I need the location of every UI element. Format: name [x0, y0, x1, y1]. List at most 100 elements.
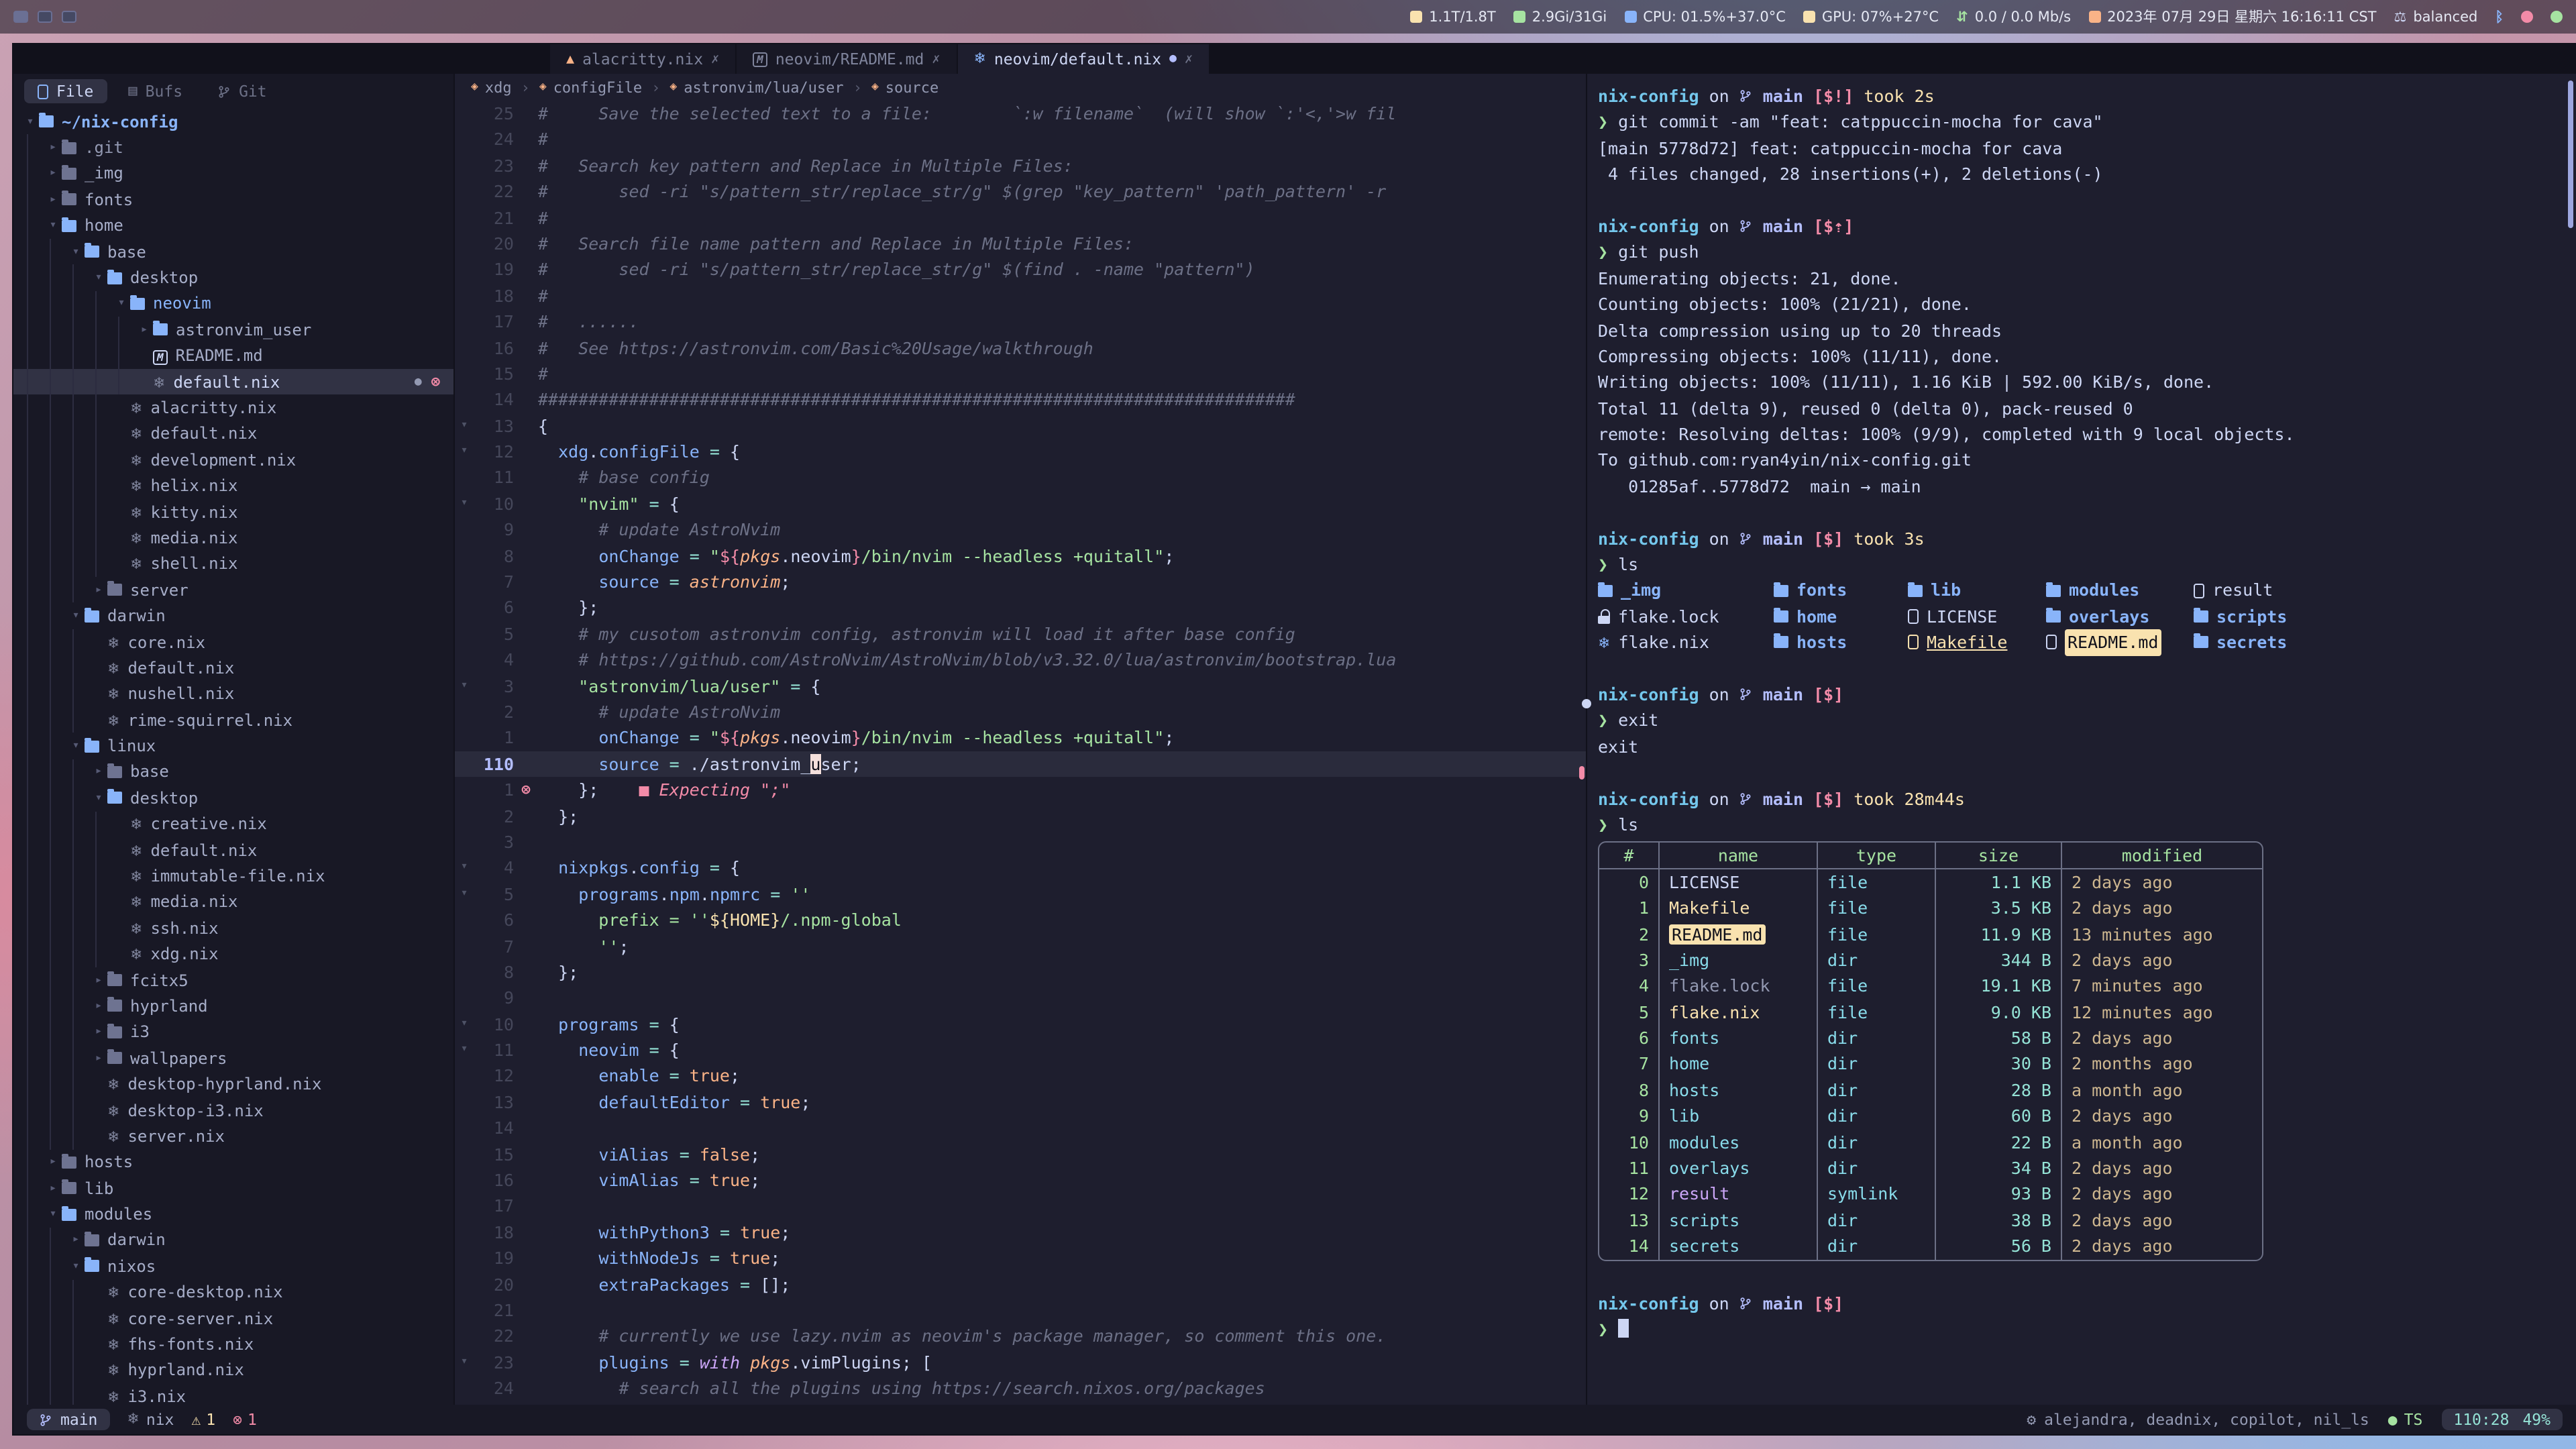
fold-icon[interactable]: ▾ — [455, 673, 474, 699]
chevron-right-icon[interactable]: ▸ — [44, 1181, 62, 1195]
tree-item-desktop[interactable]: ▾desktop — [13, 785, 453, 811]
tree-item-media.nix[interactable]: media.nix — [13, 525, 453, 551]
chevron-right-icon[interactable]: ▸ — [90, 1000, 107, 1013]
file-tree-list[interactable]: ▾~/nix-config▸.git▸_img▸fonts▾home▾base▾… — [13, 109, 453, 1405]
tab-neovim-default-nix[interactable]: neovim/default.nix ● ✗ — [957, 44, 1210, 74]
tree-item-fcitx5[interactable]: ▸fcitx5 — [13, 967, 453, 994]
tree-item-hosts[interactable]: ▸hosts — [13, 1149, 453, 1175]
tree-item-default.nix[interactable]: default.nix — [13, 421, 453, 447]
fold-icon[interactable]: ▾ — [455, 881, 474, 907]
chevron-down-icon[interactable]: ▾ — [44, 1208, 62, 1221]
tree-item-.git[interactable]: ▸.git — [13, 135, 453, 161]
workspace-button-1[interactable] — [13, 11, 28, 23]
bluetooth-icon[interactable]: ᛒ — [2495, 9, 2504, 25]
tree-item-nixos[interactable]: ▾nixos — [13, 1253, 453, 1279]
tree-item-modules[interactable]: ▾modules — [13, 1201, 453, 1228]
terminal-pane[interactable]: nix-config on main [$!] took 2s❯ git com… — [1586, 74, 2576, 1405]
tree-item-helix.nix[interactable]: helix.nix — [13, 473, 453, 499]
tree-item-default.nix[interactable]: default.nix●⊗ — [13, 369, 453, 395]
tree-item-core-desktop.nix[interactable]: core-desktop.nix — [13, 1279, 453, 1305]
tree-item-home[interactable]: ▾home — [13, 213, 453, 239]
fold-icon[interactable]: ▾ — [455, 855, 474, 881]
breadcrumb-item[interactable]: ◈ configFile — [539, 78, 642, 96]
tree-item-server[interactable]: ▸server — [13, 577, 453, 603]
workspace-button-3[interactable] — [62, 11, 76, 23]
fold-icon[interactable]: ▾ — [455, 491, 474, 517]
tree-item-server.nix[interactable]: server.nix — [13, 1123, 453, 1149]
chevron-right-icon[interactable]: ▸ — [44, 1156, 62, 1169]
tree-item-astronvim_user[interactable]: ▸astronvim_user — [13, 317, 453, 343]
tree-item-hyprland.nix[interactable]: hyprland.nix — [13, 1358, 453, 1384]
chevron-right-icon[interactable]: ▸ — [90, 765, 107, 779]
tree-item-desktop[interactable]: ▾desktop — [13, 265, 453, 291]
tree-item-immutable-file.nix[interactable]: immutable-file.nix — [13, 863, 453, 890]
tree-item-shell.nix[interactable]: shell.nix — [13, 551, 453, 577]
tree-item-core.nix[interactable]: core.nix — [13, 629, 453, 655]
tree-item-media.nix[interactable]: media.nix — [13, 889, 453, 915]
chevron-down-icon[interactable]: ▾ — [90, 271, 107, 284]
tree-item-development.nix[interactable]: development.nix — [13, 447, 453, 473]
tree-item-~/nix-config[interactable]: ▾~/nix-config — [13, 109, 453, 135]
tree-item-_img[interactable]: ▸_img — [13, 161, 453, 187]
tab-alacritty-nix[interactable]: alacritty.nix ✗ — [550, 44, 737, 74]
breadcrumb-item[interactable]: ◈ source — [871, 78, 938, 96]
terminal-scrollbar[interactable] — [2568, 80, 2573, 228]
tree-item-kitty.nix[interactable]: kitty.nix — [13, 499, 453, 525]
tree-item-lib[interactable]: ▸lib — [13, 1175, 453, 1201]
fold-icon[interactable]: ▾ — [455, 1037, 474, 1063]
editor-pane[interactable]: ◈ xdg › ◈ configFile › ◈ astronvim/lua/u… — [455, 74, 1586, 1405]
tree-item-nushell.nix[interactable]: nushell.nix — [13, 681, 453, 707]
chevron-down-icon[interactable]: ▾ — [21, 115, 39, 128]
tree-tab-file[interactable]: File — [24, 79, 107, 103]
tree-item-ssh.nix[interactable]: ssh.nix — [13, 915, 453, 941]
tree-item-rime-squirrel.nix[interactable]: rime-squirrel.nix — [13, 707, 453, 733]
chevron-right-icon[interactable]: ▸ — [44, 141, 62, 154]
tree-item-i3.nix[interactable]: i3.nix — [13, 1383, 453, 1405]
tree-item-base[interactable]: ▾base — [13, 239, 453, 265]
tree-tab-bufs[interactable]: Bufs — [115, 79, 196, 103]
tray-status-icon[interactable] — [2551, 11, 2563, 23]
tree-item-darwin[interactable]: ▸darwin — [13, 1228, 453, 1254]
tray-record-icon[interactable] — [2521, 11, 2533, 23]
tree-item-fhs-fonts.nix[interactable]: fhs-fonts.nix — [13, 1332, 453, 1358]
tab-neovim-readme[interactable]: neovim/README.md ✗ — [737, 44, 957, 74]
tree-item-desktop-i3.nix[interactable]: desktop-i3.nix — [13, 1097, 453, 1124]
tree-item-creative.nix[interactable]: creative.nix — [13, 811, 453, 837]
tree-item-README.md[interactable]: README.md — [13, 343, 453, 369]
tree-item-default.nix[interactable]: default.nix — [13, 837, 453, 863]
chevron-right-icon[interactable]: ▸ — [90, 973, 107, 987]
chevron-down-icon[interactable]: ▾ — [67, 609, 85, 623]
tree-item-alacritty.nix[interactable]: alacritty.nix — [13, 395, 453, 421]
chevron-right-icon[interactable]: ▸ — [90, 1052, 107, 1065]
code-area[interactable]: 25# Save the selected text to a file: `:… — [455, 101, 1586, 1405]
tree-item-hyprland[interactable]: ▸hyprland — [13, 994, 453, 1020]
fold-icon[interactable]: ▾ — [455, 1011, 474, 1037]
chevron-down-icon[interactable]: ▾ — [113, 297, 130, 311]
fold-icon[interactable]: ▾ — [455, 413, 474, 439]
workspace-button-2[interactable] — [38, 11, 52, 23]
tree-item-default.nix[interactable]: default.nix — [13, 655, 453, 681]
chevron-right-icon[interactable]: ▸ — [90, 1026, 107, 1039]
tree-tab-git[interactable]: Git — [204, 79, 280, 103]
chevron-down-icon[interactable]: ▾ — [67, 739, 85, 753]
close-icon[interactable]: ✗ — [1185, 52, 1193, 66]
chevron-right-icon[interactable]: ▸ — [136, 323, 153, 337]
close-icon[interactable]: ✗ — [932, 52, 940, 66]
tree-item-linux[interactable]: ▾linux — [13, 733, 453, 759]
diagnostics-errors[interactable]: ⊗ 1 — [233, 1410, 257, 1429]
breadcrumb-item[interactable]: ◈ xdg — [471, 78, 512, 96]
fold-icon[interactable]: ▾ — [455, 1350, 474, 1376]
close-icon[interactable]: ✗ — [711, 52, 719, 66]
chevron-right-icon[interactable]: ▸ — [67, 1234, 85, 1247]
terminal-content[interactable]: nix-config on main [$!] took 2s❯ git com… — [1587, 74, 2576, 1343]
chevron-down-icon[interactable]: ▾ — [44, 219, 62, 233]
chevron-down-icon[interactable]: ▾ — [90, 792, 107, 805]
tree-item-i3[interactable]: ▸i3 — [13, 1019, 453, 1045]
chevron-down-icon[interactable]: ▾ — [67, 1260, 85, 1273]
tree-item-wallpapers[interactable]: ▸wallpapers — [13, 1045, 453, 1071]
chevron-right-icon[interactable]: ▸ — [90, 583, 107, 596]
diagnostics-warnings[interactable]: ⚠ 1 — [191, 1410, 215, 1429]
chevron-right-icon[interactable]: ▸ — [44, 167, 62, 180]
tree-item-core-server.nix[interactable]: core-server.nix — [13, 1305, 453, 1332]
power-profile[interactable]: ⚖ balanced — [2394, 9, 2478, 25]
